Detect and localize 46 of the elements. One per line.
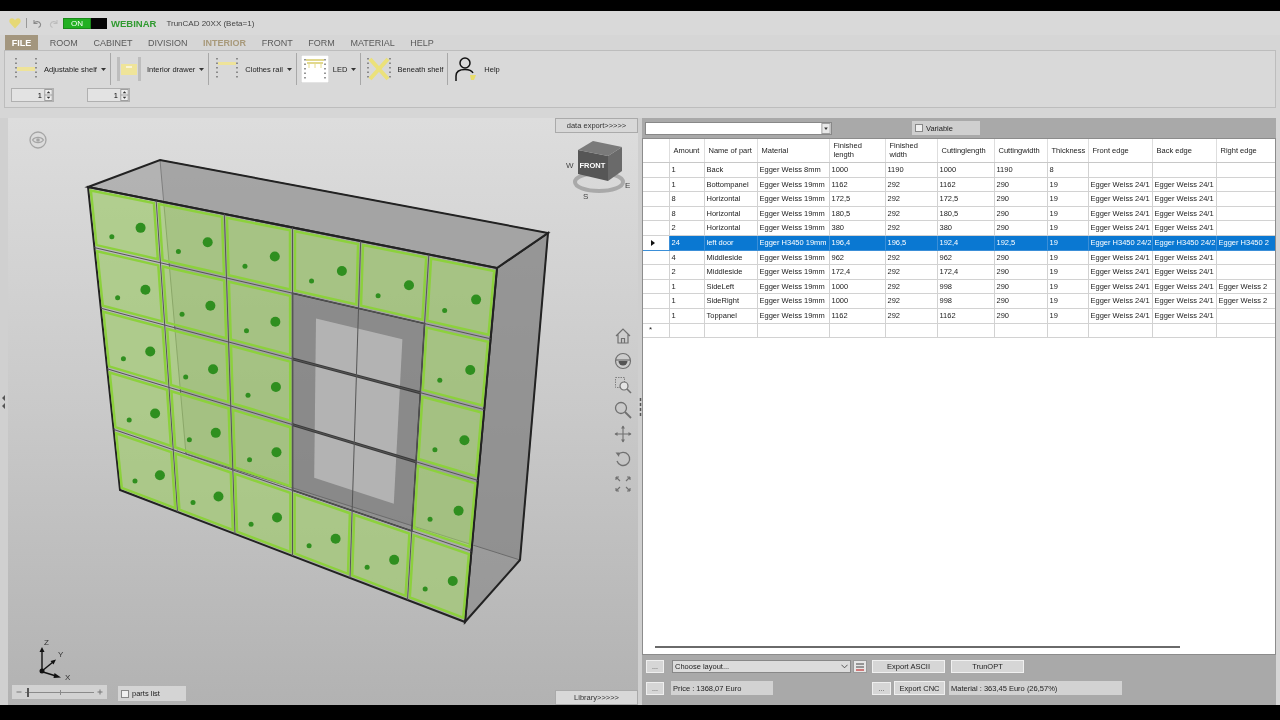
drawer-icon bbox=[114, 55, 143, 83]
cross-icon bbox=[365, 55, 394, 83]
menu-tab[interactable]: HELP bbox=[402, 35, 442, 50]
menu-tab[interactable]: DIVISION bbox=[140, 35, 196, 50]
zoom-window-icon[interactable] bbox=[614, 376, 632, 395]
menu-tab[interactable]: MATERIAL bbox=[342, 35, 403, 50]
menu-tab[interactable]: CABINET bbox=[85, 35, 141, 50]
chevron-icon bbox=[841, 664, 848, 669]
menu-tab[interactable]: ROOM bbox=[42, 35, 86, 50]
heart-icon bbox=[9, 17, 21, 29]
view-cube-icon[interactable] bbox=[578, 141, 622, 181]
compass-label: S bbox=[583, 192, 589, 200]
axis-label: Z bbox=[44, 638, 49, 647]
move-icon[interactable] bbox=[614, 425, 632, 444]
axis-label: X bbox=[65, 673, 71, 681]
undo-icon[interactable] bbox=[32, 18, 42, 28]
light-strip-icon bbox=[300, 55, 329, 83]
checkbox[interactable] bbox=[121, 689, 129, 698]
horizontal-scrollbar[interactable] bbox=[655, 646, 1180, 648]
steering-wheel-icon[interactable] bbox=[614, 351, 632, 370]
eye-icon[interactable] bbox=[29, 131, 47, 149]
menu-tab[interactable]: FORM bbox=[300, 35, 343, 50]
minus-icon[interactable] bbox=[16, 689, 22, 695]
compass-label: W bbox=[566, 161, 574, 170]
spin-arrows-icon[interactable] bbox=[120, 89, 129, 101]
caret-icon[interactable] bbox=[821, 122, 831, 134]
window-title: TrunCAD 20XX (Beta=1) bbox=[166, 18, 255, 28]
plus-icon[interactable] bbox=[97, 689, 103, 695]
menu-tab[interactable]: FRONT bbox=[253, 35, 301, 50]
home-icon[interactable] bbox=[614, 327, 632, 345]
splitter-grip-icon[interactable] bbox=[638, 397, 642, 418]
filter-dropdown[interactable] bbox=[645, 121, 832, 135]
splitter-grip-icon[interactable] bbox=[2, 394, 5, 409]
lines-icon bbox=[855, 661, 865, 672]
checkbox[interactable] bbox=[915, 124, 923, 132]
axis-label: Y bbox=[58, 650, 64, 659]
slider-thumb[interactable] bbox=[27, 687, 30, 697]
expand-icon[interactable] bbox=[614, 474, 632, 493]
search-icon[interactable] bbox=[614, 400, 632, 419]
row-pointer-icon bbox=[651, 239, 655, 246]
rotate-icon[interactable] bbox=[614, 449, 632, 468]
spin-arrows-icon[interactable] bbox=[44, 89, 53, 101]
new-row-marker: * bbox=[643, 323, 669, 338]
brand-label: WEBINAR bbox=[111, 17, 157, 29]
compass-label: E bbox=[625, 181, 631, 190]
layout-button[interactable] bbox=[853, 660, 867, 673]
